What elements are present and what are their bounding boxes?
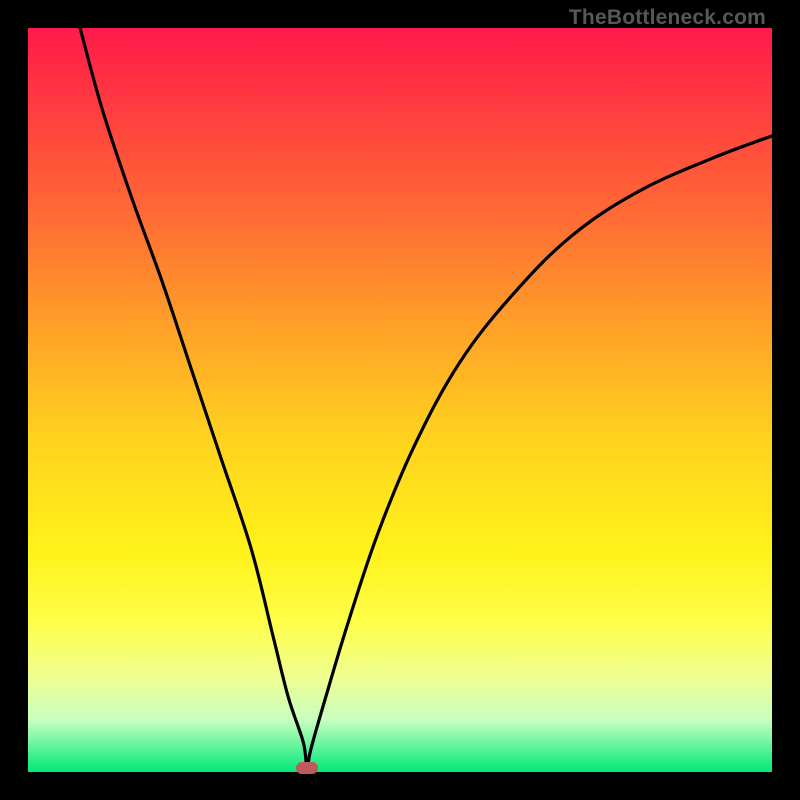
bottleneck-curve [28,28,772,772]
optimal-point-marker [296,762,318,774]
chart-frame: TheBottleneck.com [0,0,800,800]
plot-area [28,28,772,772]
watermark-text: TheBottleneck.com [569,6,766,30]
